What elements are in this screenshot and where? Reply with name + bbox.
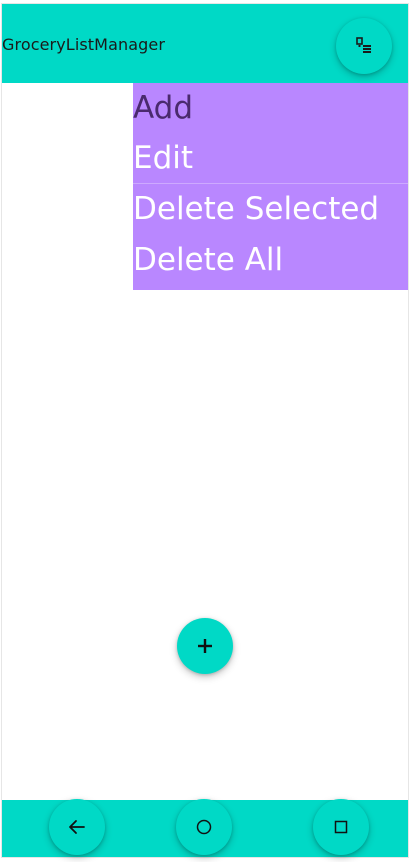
system-nav-bar xyxy=(2,799,408,857)
menu-item-delete-all[interactable]: Delete All xyxy=(133,234,408,290)
back-button[interactable] xyxy=(49,799,105,855)
app-screen: GroceryListManager Add Edit Delete Selec… xyxy=(2,4,408,857)
app-title: GroceryListManager xyxy=(2,35,166,54)
arrow-back-icon xyxy=(68,819,86,835)
plus-icon xyxy=(198,639,212,653)
recent-apps-button[interactable] xyxy=(313,799,369,855)
checklist-icon xyxy=(356,37,372,55)
menu-item-add[interactable]: Add xyxy=(133,83,408,133)
home-button[interactable] xyxy=(176,799,232,855)
add-item-fab[interactable] xyxy=(177,618,233,674)
circle-home-icon xyxy=(196,819,212,835)
options-menu: Add Edit Delete Selected Delete All xyxy=(133,83,408,290)
menu-item-edit[interactable]: Edit xyxy=(133,133,408,183)
app-bar: GroceryListManager xyxy=(2,4,408,83)
square-recent-icon xyxy=(334,820,348,834)
menu-item-delete-selected[interactable]: Delete Selected xyxy=(133,183,408,234)
options-menu-button[interactable] xyxy=(336,18,392,74)
